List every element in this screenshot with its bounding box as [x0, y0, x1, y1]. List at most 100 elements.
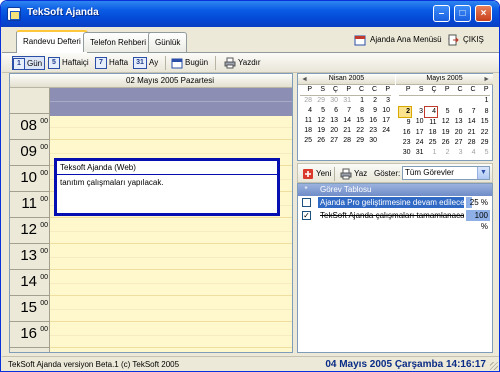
calendar-day[interactable]: 30 [365, 136, 378, 146]
calendar-day[interactable]: 9 [365, 106, 378, 116]
calendar-day[interactable]: 5 [313, 106, 326, 116]
calendar-day[interactable]: 20 [451, 128, 464, 138]
calendar-day[interactable]: 12 [438, 117, 451, 128]
calendar-day[interactable]: 26 [438, 138, 451, 148]
calendar-april[interactable]: ◄ Nisan 2005 P S Ç P C C P 28 29 30 31 1 2 3 4 5 6 7 8 9 10 11… [298, 74, 395, 160]
calendar-day[interactable]: 17 [378, 116, 391, 126]
calendar-day[interactable]: 18 [425, 128, 438, 138]
task-checkbox[interactable]: ✓ [302, 211, 311, 220]
calendar-day[interactable]: 26 [313, 136, 326, 146]
calendar-day[interactable]: 3 [378, 96, 391, 107]
task-row[interactable]: Ajanda Pro geliştirmesine devam edilecek… [298, 197, 492, 209]
main-menu-button[interactable]: Ajanda Ana Menüsü ▼ [354, 34, 453, 47]
calendar-day[interactable]: 8 [477, 106, 490, 117]
calendar-may[interactable]: Mayıs 2005 ► P S Ç P C C P 1 2 3 4 5 6 7 8 9 10 11 12 13 14 15… [396, 74, 493, 160]
calendar-day[interactable]: 24 [412, 138, 425, 148]
prev-month-arrow-icon[interactable]: ◄ [301, 75, 308, 85]
calendar-day[interactable]: 15 [352, 116, 365, 126]
resize-grip[interactable] [490, 362, 498, 370]
calendar-day[interactable]: 11 [300, 116, 313, 126]
calendar-day[interactable]: 6 [451, 106, 464, 117]
calendar-day[interactable]: 28 [300, 96, 313, 107]
calendar-day[interactable]: 13 [326, 116, 339, 126]
tab-telefon-rehberi[interactable]: Telefon Rehberi [83, 32, 154, 52]
calendar-day[interactable]: 25 [300, 136, 313, 146]
calendar-day[interactable]: 28 [464, 138, 477, 148]
month-view-button[interactable]: 31 Ay [133, 56, 158, 70]
calendar-day[interactable]: 14 [464, 117, 477, 128]
time-slots[interactable]: Teksoft Ajanda (Web) tanıtım çalışmaları… [50, 88, 292, 352]
today-button[interactable]: Bugün [171, 56, 208, 70]
calendar-day[interactable]: 4 [424, 105, 438, 118]
calendar-day[interactable]: 27 [451, 138, 464, 148]
calendar-day[interactable]: 27 [326, 136, 339, 146]
calendar-day[interactable]: 19 [438, 128, 451, 138]
calendar-day[interactable]: 14 [339, 116, 352, 126]
calendar-day[interactable]: 7 [464, 106, 477, 117]
calendar-day[interactable]: 10 [378, 106, 391, 116]
calendar-day[interactable]: 2 [438, 148, 451, 158]
week-view-button[interactable]: 7 Hafta [95, 56, 128, 70]
task-filter-select[interactable]: Tüm Görevler ▼ [402, 166, 490, 180]
calendar-day[interactable]: 3 [412, 106, 425, 117]
calendar-day[interactable]: 3 [451, 148, 464, 158]
calendar-day[interactable]: 22 [477, 128, 490, 138]
calendar-day[interactable]: 1 [477, 96, 490, 107]
calendar-day[interactable]: 30 [399, 148, 412, 158]
calendar-day[interactable]: 29 [352, 136, 365, 146]
calendar-day[interactable]: 29 [313, 96, 326, 107]
maximize-button[interactable]: □ [454, 5, 471, 22]
calendar-day[interactable]: 25 [425, 138, 438, 148]
chevron-down-icon[interactable]: ▼ [477, 167, 489, 179]
new-task-button[interactable]: Yeni [302, 167, 331, 181]
calendar-day[interactable]: 8 [352, 106, 365, 116]
next-month-arrow-icon[interactable]: ► [483, 75, 490, 85]
calendar-day[interactable]: 29 [477, 138, 490, 148]
calendar-day[interactable]: 5 [438, 106, 451, 117]
print-button[interactable]: Yazdır [224, 56, 261, 70]
calendar-day[interactable]: 21 [339, 126, 352, 136]
calendar-day[interactable]: 11 [425, 117, 438, 128]
calendar-day[interactable]: 17 [412, 128, 425, 138]
calendar-day[interactable]: 5 [477, 148, 490, 158]
calendar-day[interactable]: 21 [464, 128, 477, 138]
calendar-day[interactable]: 15 [477, 117, 490, 128]
task-row[interactable]: ✓ TekSoft Ajanda çalışmaları tamamlanacak… [298, 210, 492, 231]
calendar-day[interactable]: 10 [412, 117, 425, 128]
calendar-day[interactable]: 1 [425, 148, 438, 158]
print-tasks-button[interactable]: Yaz [340, 167, 367, 181]
calendar-day[interactable]: 16 [399, 128, 412, 138]
minimize-button[interactable]: – [433, 5, 450, 22]
calendar-day[interactable]: 24 [378, 126, 391, 136]
calendar-day[interactable]: 2 [365, 96, 378, 107]
calendar-day[interactable]: 6 [326, 106, 339, 116]
calendar-day[interactable]: 4 [464, 148, 477, 158]
calendar-day[interactable]: 13 [451, 117, 464, 128]
close-button[interactable]: × [475, 5, 492, 22]
calendar-day[interactable]: 16 [365, 116, 378, 126]
calendar-day[interactable]: 30 [326, 96, 339, 107]
calendar-day[interactable]: 4 [300, 106, 313, 116]
calendar-day[interactable]: 19 [313, 126, 326, 136]
calendar-day[interactable]: 7 [339, 106, 352, 116]
calendar-day[interactable]: 20 [326, 126, 339, 136]
day-view-button[interactable]: 1 Gün [12, 56, 46, 70]
task-checkbox[interactable] [302, 198, 311, 207]
tab-gunluk[interactable]: Günlük [148, 32, 188, 52]
calendar-day[interactable]: 23 [399, 138, 412, 148]
calendar-day[interactable]: 28 [339, 136, 352, 146]
calendar-day[interactable]: 31 [339, 96, 352, 107]
workweek-view-button[interactable]: 5 Haftaiçi [48, 56, 89, 70]
calendar-day[interactable]: 9 [399, 117, 412, 128]
appointment-card[interactable]: Teksoft Ajanda (Web) tanıtım çalışmaları… [54, 158, 280, 216]
calendar-day[interactable]: 12 [313, 116, 326, 126]
exit-button[interactable]: ÇIKIŞ [447, 34, 484, 46]
calendar-day[interactable]: 31 [412, 148, 425, 158]
minute-number: 00 [40, 118, 48, 125]
tab-randevu-defteri[interactable]: Randevu Defteri [16, 30, 88, 53]
calendar-day[interactable]: 18 [300, 126, 313, 136]
calendar-day[interactable]: 23 [365, 126, 378, 136]
calendar-day[interactable]: 1 [352, 96, 365, 107]
calendar-day[interactable]: 22 [352, 126, 365, 136]
calendar-day[interactable]: 2 [398, 105, 412, 118]
